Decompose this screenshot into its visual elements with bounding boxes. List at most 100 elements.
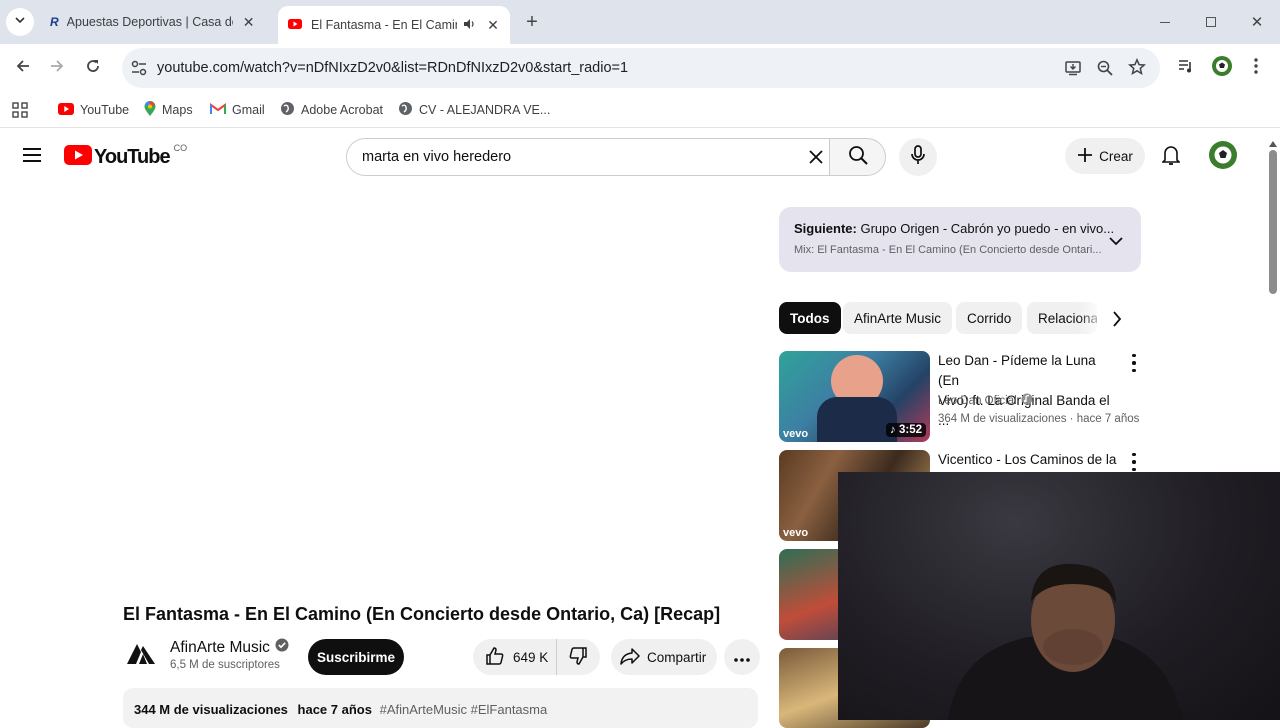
chip-afinarte-music[interactable]: AfinArte Music (843, 302, 953, 334)
new-tab-button[interactable]: + (518, 8, 546, 36)
recommendation-meta: 364 M de visualizaciones · hace 7 años (938, 413, 1140, 425)
country-code: CO (173, 142, 188, 153)
recommendation-title[interactable]: Vicentico - Los Caminos de la (938, 450, 1118, 470)
afinarte-logo-icon (125, 642, 157, 671)
more-horizontal-icon (734, 650, 750, 665)
playlist-music-icon (1178, 58, 1194, 79)
youtube-logo[interactable]: YouTube CO (64, 142, 188, 170)
bookmark-adobe-acrobat[interactable]: Adobe Acrobat (280, 100, 383, 120)
hashtags[interactable]: #AfinArteMusic #ElFantasma (380, 702, 548, 717)
globe-icon (280, 101, 295, 119)
share-button[interactable]: Compartir (611, 639, 717, 675)
like-button[interactable]: 649 K (473, 639, 557, 675)
subscribe-button[interactable]: Suscribirme (308, 639, 404, 675)
bookmark-cv[interactable]: CV - ALEJANDRA VE... (398, 100, 550, 120)
verified-music-icon (1021, 393, 1033, 408)
close-icon[interactable]: ✕ (241, 14, 257, 31)
recommendation-channel[interactable]: Leo Dan Oficial (938, 393, 1033, 408)
dislike-button[interactable] (557, 639, 599, 675)
chrome-menu-button[interactable] (1246, 54, 1266, 82)
vevo-badge: vevo (783, 428, 809, 440)
bookmark-star-icon[interactable] (1127, 57, 1147, 81)
microphone-icon (911, 144, 925, 170)
bookmark-maps[interactable]: Maps (144, 100, 193, 120)
restore-button[interactable] (1196, 10, 1226, 34)
bookmark-label: YouTube (80, 103, 130, 117)
description-box[interactable]: 344 M de visualizaciones hace 7 años #Af… (123, 688, 758, 728)
title-line: Vicentico - Los Caminos de la (938, 452, 1117, 467)
youtube-play-logo-icon (64, 145, 92, 170)
url-text: youtube.com/watch?v=nDfNIxzD2v0&list=RDn… (157, 60, 629, 76)
bookmark-label: Maps (162, 103, 193, 117)
verified-icon (275, 638, 289, 657)
minimize-button[interactable] (1150, 10, 1180, 34)
voice-search-button[interactable] (899, 138, 937, 176)
create-label: Crear (1099, 148, 1133, 164)
search-input[interactable]: marta en vivo heredero (362, 149, 511, 165)
more-vertical-icon[interactable] (1126, 352, 1142, 374)
video-player[interactable] (0, 186, 760, 596)
reload-icon (85, 58, 101, 79)
globe-icon (398, 101, 413, 119)
thumbs-down-icon (568, 646, 588, 669)
chips-fade (1078, 302, 1106, 334)
soccer-ball-avatar-icon (1211, 55, 1233, 82)
more-vertical-icon[interactable] (1126, 451, 1142, 473)
chevron-down-icon[interactable] (1109, 233, 1123, 251)
tab-search-button[interactable] (6, 8, 34, 36)
address-bar[interactable]: youtube.com/watch?v=nDfNIxzD2v0&list=RDn… (122, 48, 1160, 88)
view-count: 344 M de visualizaciones (134, 702, 288, 717)
zoom-icon[interactable] (1096, 59, 1114, 82)
channel-text: Leo Dan Oficial (938, 394, 1017, 407)
tab-el-fantasma[interactable]: El Fantasma - En El Camino ✕ (278, 6, 510, 44)
search-button[interactable] (829, 138, 886, 176)
share-arrow-icon (620, 647, 640, 668)
more-actions-button[interactable] (724, 639, 760, 675)
channel-name[interactable]: AfinArte Music (170, 638, 289, 657)
account-avatar[interactable] (1208, 140, 1238, 172)
next-up-row: Siguiente: Grupo Origen - Cabrón yo pued… (794, 221, 1114, 236)
back-button[interactable] (10, 54, 36, 82)
youtube-wordmark: YouTube (94, 146, 171, 168)
reload-button[interactable] (80, 54, 106, 82)
notifications-button[interactable] (1158, 144, 1184, 170)
tab-apuestas[interactable]: R Apuestas Deportivas | Casa de A ✕ (40, 6, 272, 38)
close-icon[interactable]: ✕ (485, 17, 501, 34)
search-box[interactable]: marta en vivo heredero (346, 138, 830, 176)
plus-icon: + (526, 10, 538, 33)
video-title: El Fantasma - En El Camino (En Concierto… (123, 604, 721, 624)
scrollbar-thumb[interactable] (1269, 150, 1277, 294)
search-icon (848, 145, 868, 170)
forward-button[interactable] (44, 54, 70, 82)
media-controls-button[interactable] (1174, 54, 1198, 82)
chip-todos[interactable]: Todos (779, 302, 841, 334)
bell-icon (1161, 144, 1181, 171)
video-thumbnail[interactable]: vevo ♪ 3:52 (779, 351, 930, 442)
bookmark-label: CV - ALEJANDRA VE... (419, 103, 551, 117)
bookmark-youtube[interactable]: YouTube (58, 100, 129, 120)
webcam-overlay (838, 472, 1280, 720)
channel-avatar[interactable] (123, 638, 159, 674)
bookmark-label: Gmail (232, 103, 265, 117)
arrow-left-icon (15, 58, 31, 79)
create-button[interactable]: Crear (1065, 138, 1145, 174)
site-settings-icon[interactable] (130, 59, 148, 82)
tab-strip: R Apuestas Deportivas | Casa de A ✕ El F… (0, 0, 1280, 44)
apps-grid-icon[interactable] (11, 100, 29, 120)
install-app-icon[interactable] (1064, 59, 1082, 82)
playlist-queue-panel[interactable]: Siguiente: Grupo Origen - Cabrón yo pued… (779, 207, 1141, 272)
youtube-icon (288, 18, 302, 32)
close-window-button[interactable]: ✕ (1242, 10, 1272, 34)
chip-corrido[interactable]: Corrido (956, 302, 1023, 334)
bookmark-label: Adobe Acrobat (301, 103, 384, 117)
guide-menu-button[interactable] (18, 144, 46, 170)
duration-badge: ♪ 3:52 (886, 423, 926, 437)
chevron-right-icon[interactable] (1112, 311, 1122, 332)
speaker-icon[interactable] (463, 18, 477, 33)
profile-button[interactable] (1210, 55, 1234, 82)
duration-text: 3:52 (898, 424, 922, 436)
clear-search-icon[interactable] (808, 149, 824, 170)
like-count: 649 K (513, 649, 549, 665)
youtube-header: YouTube CO marta en vivo heredero Crear (0, 128, 1280, 186)
bookmark-gmail[interactable]: Gmail (210, 100, 265, 120)
